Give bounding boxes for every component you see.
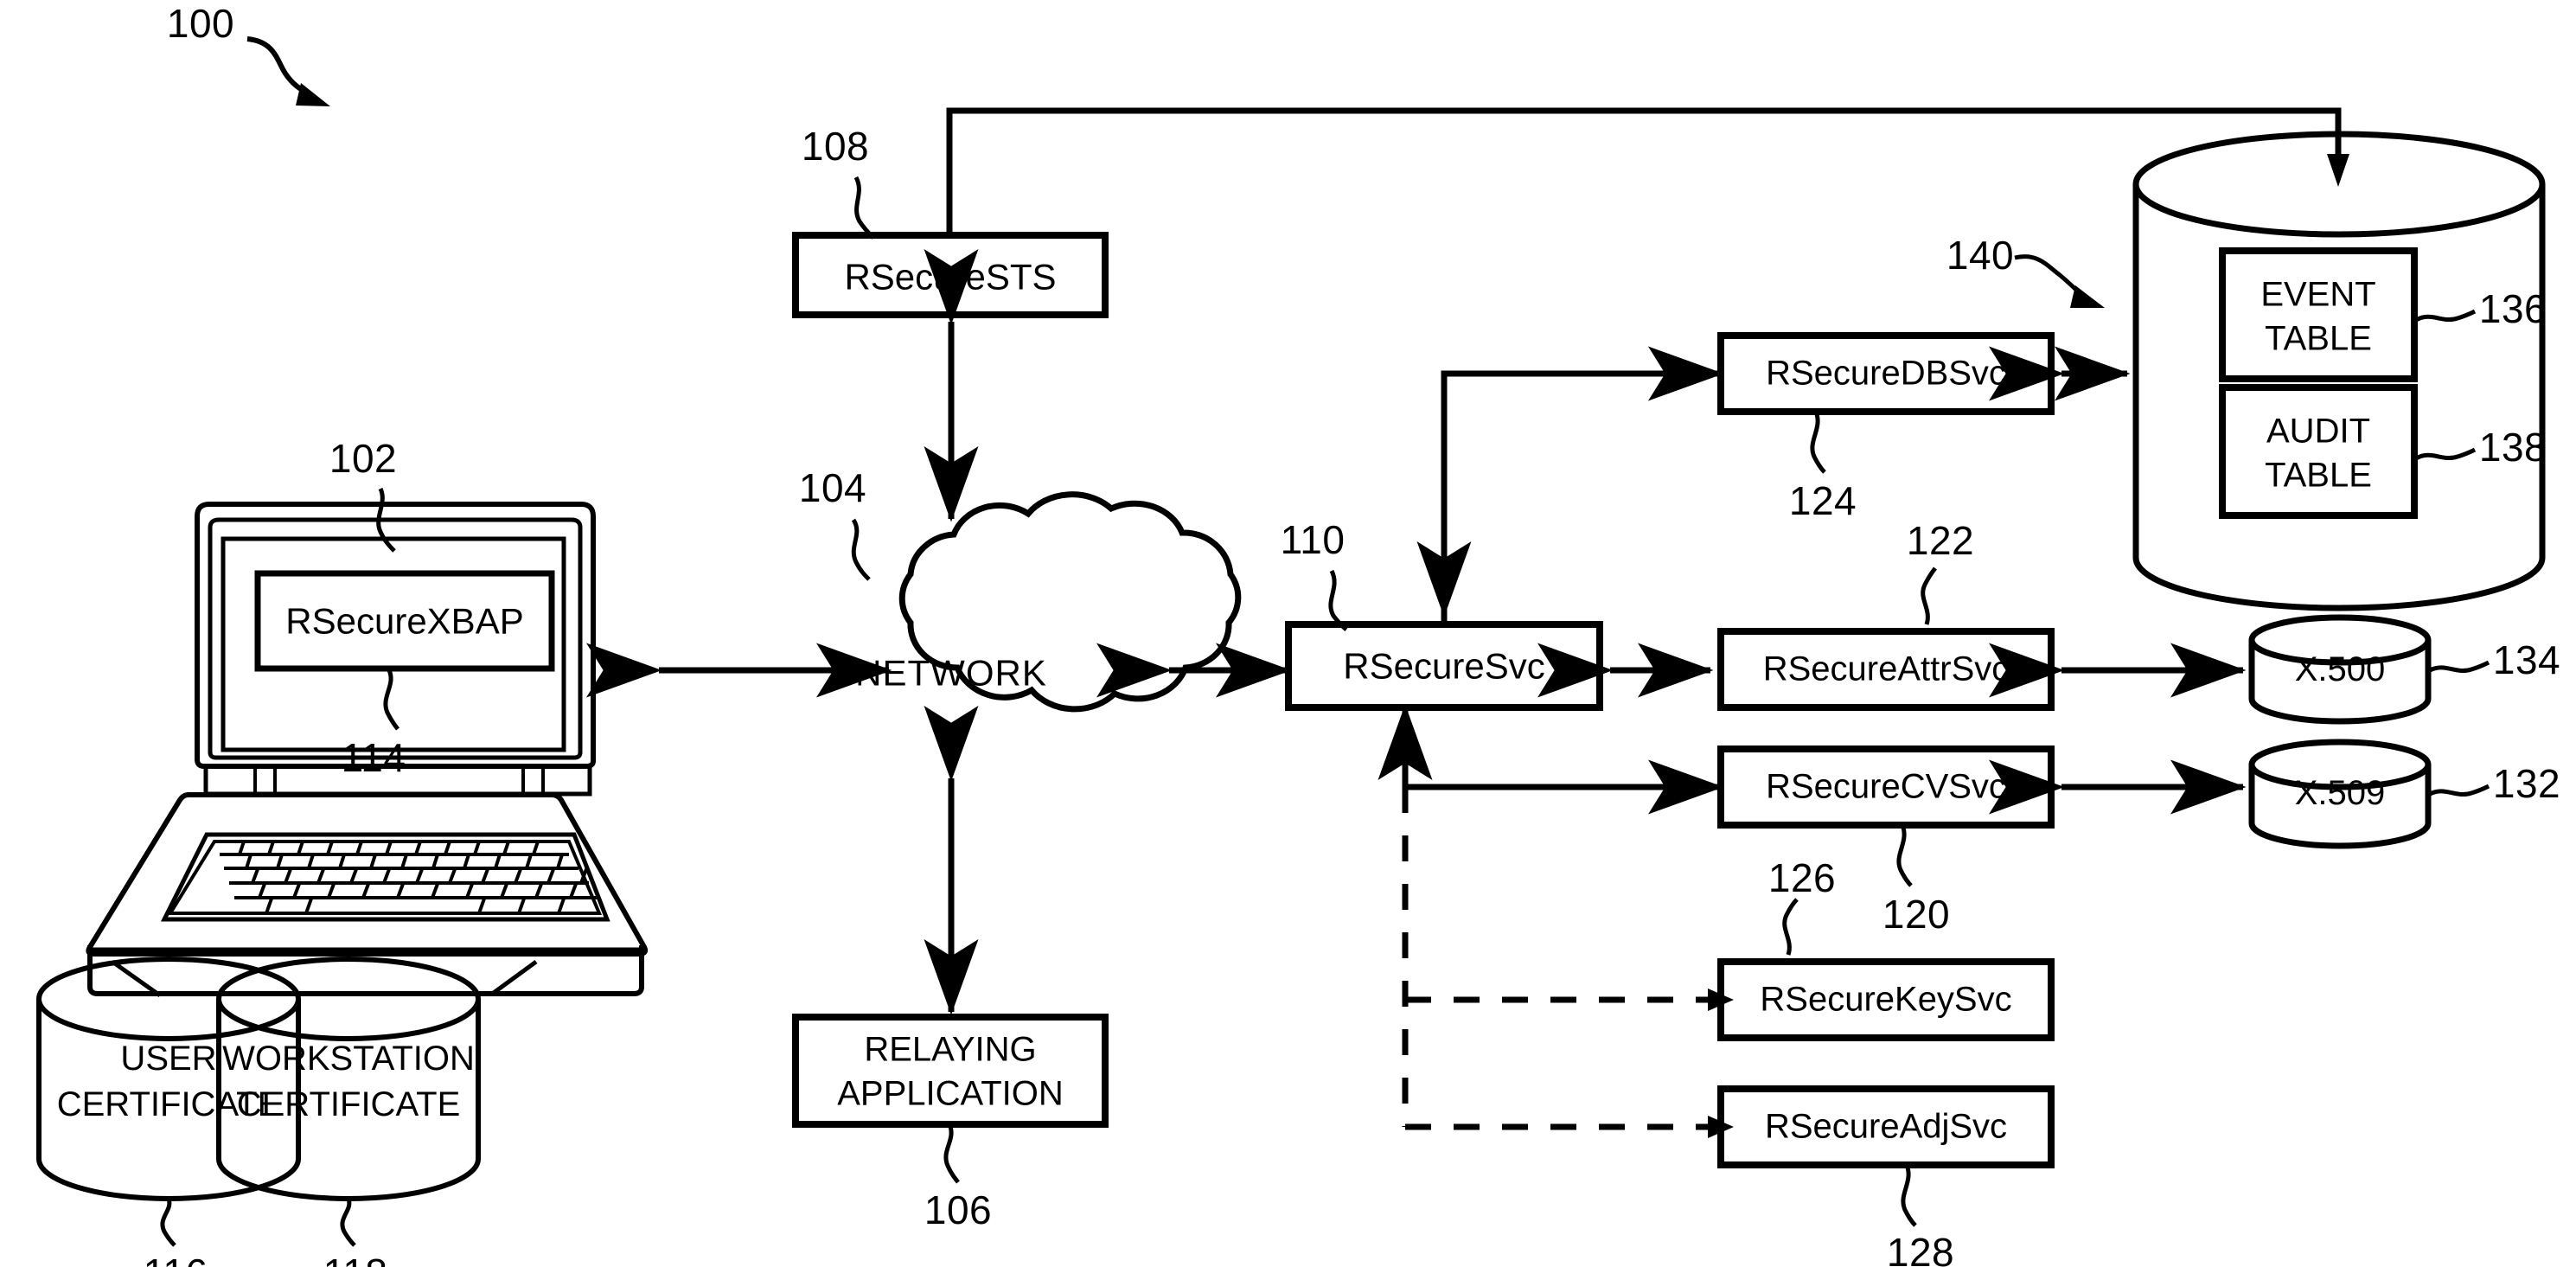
network-label: NETWORK — [855, 652, 1047, 694]
audit-table-line1: AUDIT — [2266, 412, 2370, 451]
leader-laptop-to-usercert — [111, 959, 162, 998]
leader-140 — [2014, 254, 2105, 308]
workstation-certificate-line2: CERTIFICATE — [236, 1085, 461, 1124]
event-table-line1: EVENT — [2260, 275, 2376, 314]
ref-118-workstation-certificate: 118 — [323, 1251, 388, 1267]
rsecure-cvsvc-label: RSecureCVSvc — [1766, 767, 2006, 806]
ref-106-relaying-application: 106 — [924, 1187, 993, 1233]
ref-136-event-table: 136 — [2478, 286, 2547, 332]
rsecure-adjsvc-label: RSecureAdjSvc — [1764, 1107, 2008, 1146]
leader-114 — [383, 669, 400, 731]
database-cylinder — [2132, 131, 2546, 611]
leader-104 — [851, 518, 871, 581]
event-table-line2: TABLE — [2265, 319, 2372, 358]
x500-label: X.500 — [2294, 650, 2386, 689]
ref-102-laptop: 102 — [329, 436, 398, 482]
relaying-application-line1: RELAYING — [864, 1030, 1037, 1069]
ref-110-rsecure-svc: 110 — [1280, 517, 1346, 563]
audit-table-box — [2219, 384, 2418, 519]
ref-140-database: 140 — [1946, 233, 2015, 278]
ref-138-audit-table: 138 — [2478, 425, 2547, 470]
leader-132 — [2428, 784, 2490, 797]
ref-120-cvsvc: 120 — [1882, 892, 1951, 937]
x509-label: X.509 — [2294, 774, 2386, 813]
dashed-bus-rsecuresvc — [1402, 787, 1708, 1130]
ref-116-user-certificate: 116 — [144, 1251, 208, 1267]
ref-124-dbsvc: 124 — [1788, 478, 1857, 524]
link-rsecuresvc-down-bus — [1377, 704, 1724, 815]
leader-116 — [160, 1198, 176, 1247]
ref-108-sts: 108 — [801, 124, 870, 170]
leader-124 — [1810, 411, 1826, 474]
relaying-application-line2: APPLICATION — [837, 1074, 1064, 1113]
workstation-certificate-line1: WORKSTATION — [222, 1040, 475, 1078]
rsecure-dbsvc-label: RSecureDBSvc — [1766, 354, 2006, 393]
ref-126-keysvc: 126 — [1767, 855, 1837, 901]
diagram-canvas: 100 102 RSecureXBAP 114 USER CERTIFICATE… — [0, 0, 2576, 1267]
audit-table-line2: TABLE — [2265, 456, 2372, 495]
leader-126 — [1782, 898, 1799, 956]
leader-122 — [1921, 566, 1937, 625]
leader-118 — [340, 1198, 356, 1247]
leader-108 — [853, 176, 875, 240]
rsecure-svc-label: RSecureSvc — [1343, 645, 1545, 687]
user-certificate-line1: USER — [120, 1040, 217, 1078]
rsecure-sts-label: RSecureSTS — [844, 256, 1057, 298]
leader-128 — [1901, 1164, 1917, 1227]
figure-ref-100: 100 — [166, 1, 235, 47]
ref-114-xbap: 114 — [341, 735, 406, 781]
ref-132-x509: 132 — [2492, 761, 2561, 807]
leader-138 — [2414, 447, 2477, 461]
leader-134 — [2428, 660, 2490, 673]
rsecure-keysvc-label: RSecureKeySvc — [1760, 980, 2012, 1019]
link-rsecuresvc-dbsvc — [1416, 346, 1724, 624]
rsecure-attrsvc-label: RSecureAttrSvc — [1762, 649, 2010, 688]
leader-106 — [943, 1123, 960, 1184]
ref-122-attrsvc: 122 — [1906, 518, 1975, 564]
leader-laptop-to-wscert — [489, 959, 538, 997]
ref-128-adjsvc: 128 — [1886, 1230, 1955, 1267]
event-table-box — [2219, 247, 2418, 382]
figure-ref-leader — [246, 36, 330, 106]
leader-136 — [2414, 309, 2477, 323]
leader-110 — [1328, 569, 1348, 631]
rsecure-xbap-label: RSecureXBAP — [285, 600, 524, 642]
ref-134-x500: 134 — [2492, 637, 2561, 683]
ref-104-network: 104 — [798, 465, 867, 511]
leader-120 — [1896, 824, 1913, 887]
